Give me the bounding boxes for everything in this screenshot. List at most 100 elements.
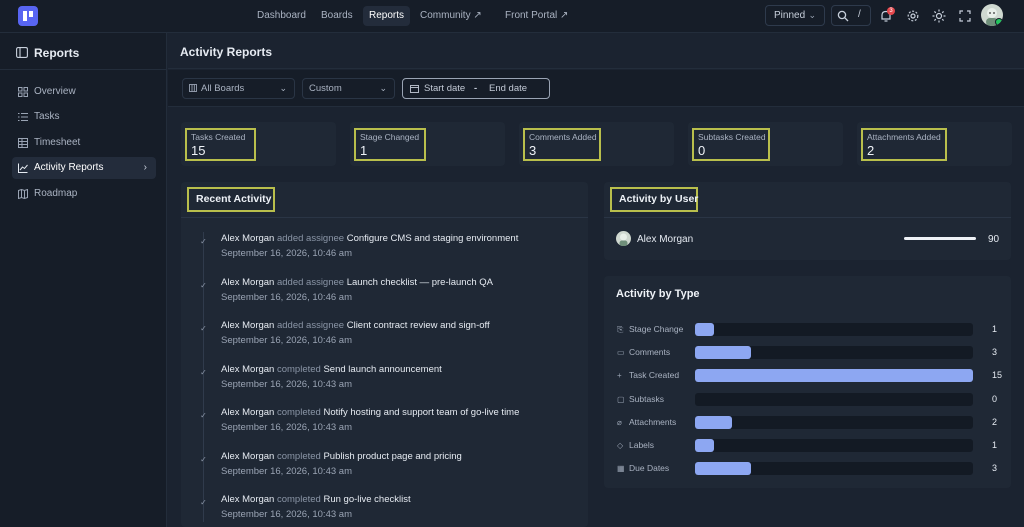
app-logo[interactable] <box>18 6 38 26</box>
activity-type-count: 1 <box>992 440 998 450</box>
activity-type-bar <box>695 369 973 383</box>
timesheet-icon <box>18 138 28 148</box>
user-name: Alex Morgan <box>637 234 694 245</box>
recent-activity-title: Recent Activity <box>187 187 275 212</box>
sidebar-item-timesheet[interactable]: Timesheet <box>12 132 156 154</box>
activity-type-bar <box>695 323 714 336</box>
chevron-down-icon: ⌄ <box>808 10 816 20</box>
end-date-input[interactable]: End date <box>489 79 527 98</box>
activity-type-label: Task Created <box>629 370 680 381</box>
activity-type-row: ▢ Subtasks 0 <box>604 392 1018 407</box>
search-icon <box>837 10 849 22</box>
user-activity-count: 90 <box>988 234 1000 245</box>
theme-toggle-sun-icon[interactable] <box>932 9 946 23</box>
sidebar-item-label: Timesheet <box>34 137 81 148</box>
activity-time: September 16, 2026, 10:46 am <box>221 335 352 346</box>
sidebar-item-label: Overview <box>34 86 76 97</box>
activity-by-user-title: Activity by User <box>610 187 698 212</box>
sidebar-item-tasks[interactable]: Tasks <box>12 106 156 128</box>
activity-type-bar <box>695 462 751 476</box>
page-title: Activity Reports <box>180 45 273 59</box>
activity-type-count: 15 <box>992 370 1003 381</box>
sidebar-title: Reports <box>34 46 80 60</box>
stat-label: Stage Changed <box>360 132 420 142</box>
calendar-icon: ▦ <box>617 464 625 474</box>
activity-target[interactable]: Configure CMS and staging environment <box>347 233 519 244</box>
check-icon: ✓ <box>200 280 207 290</box>
activity-user: Alex Morgan <box>221 233 275 244</box>
range-select[interactable]: Custom ⌄ <box>302 78 395 99</box>
date-range-picker[interactable]: Start date - End date <box>402 78 550 99</box>
settings-gear-icon[interactable] <box>906 9 920 23</box>
external-link-icon: ↗ <box>560 10 569 21</box>
activity-action: completed <box>276 363 321 375</box>
activity-time: September 16, 2026, 10:46 am <box>221 291 352 303</box>
stat-value: 15 <box>191 143 206 158</box>
activity-type-label: Stage Change <box>629 324 684 334</box>
check-icon: ✓ <box>200 237 207 246</box>
activity-target[interactable]: Publish product page and pricing <box>323 451 461 462</box>
paperclip-icon: ⌀ <box>617 417 622 427</box>
recent-activity-header: Recent Activity <box>181 182 588 218</box>
stat-label: Subtasks Created <box>698 132 766 142</box>
activity-action: completed <box>276 450 321 462</box>
activity-type-label: Labels <box>629 440 655 450</box>
activity-time: September 16, 2026, 10:46 am <box>221 248 352 259</box>
chevron-down-icon: ⌄ <box>279 83 287 93</box>
nav-community[interactable]: Community ↗ <box>414 6 488 26</box>
activity-type-bar <box>695 415 732 429</box>
activity-time: September 16, 2026, 10:43 am <box>221 378 352 390</box>
nav-front-portal[interactable]: Front Portal ↗ <box>499 6 574 26</box>
activity-target[interactable]: Notify hosting and support team of go-li… <box>323 407 519 418</box>
activity-target[interactable]: Send launch announcement <box>323 364 441 375</box>
stat-card-subtasks-created: Subtasks Created 0 <box>688 122 843 166</box>
tag-icon: ◇ <box>617 441 624 450</box>
activity-type-count: 1 <box>992 324 998 334</box>
search-button[interactable]: / <box>831 5 871 26</box>
stat-card-comments-added: Comments Added 3 <box>519 122 674 166</box>
activity-type-bar <box>695 439 714 452</box>
activity-type-label: Comments <box>629 347 671 358</box>
nav-dashboard[interactable]: Dashboard <box>251 6 312 26</box>
activity-action: added assignee <box>276 233 345 244</box>
chevron-right-icon: › <box>143 162 147 173</box>
start-date-input[interactable]: Start date <box>424 79 465 98</box>
activity-type-track <box>695 392 973 406</box>
stat-label: Tasks Created <box>191 132 246 142</box>
notification-badge: 3 <box>887 7 895 15</box>
pinned-dropdown[interactable]: Pinned ⌄ <box>765 5 825 26</box>
activity-user: Alex Morgan <box>221 407 275 418</box>
sidebar-item-label: Tasks <box>34 111 60 122</box>
activity-user: Alex Morgan <box>221 320 275 331</box>
sidebar-item-roadmap[interactable]: Roadmap <box>12 183 156 205</box>
sidebar-panel-icon[interactable] <box>16 47 28 58</box>
recent-activity-panel: Recent Activity ✓ Alex Morgan added assig… <box>181 182 588 527</box>
board-icon <box>189 84 197 92</box>
top-bar: Dashboard Boards Reports Community ↗ Fro… <box>0 0 1024 33</box>
activity-type-label: Due Dates <box>629 463 670 474</box>
board-select-value: All Boards <box>201 83 245 94</box>
date-separator: - <box>474 83 478 94</box>
activity-target[interactable]: Run go-live checklist <box>323 494 410 505</box>
external-link-icon: ↗ <box>473 10 482 21</box>
check-icon: ✓ <box>200 411 207 420</box>
chevron-down-icon: ⌄ <box>379 83 387 93</box>
activity-target[interactable]: Client contract review and sign-off <box>347 320 490 331</box>
activity-target[interactable]: Launch checklist — pre-launch QA <box>347 277 493 288</box>
user-avatar <box>616 231 631 246</box>
sidebar-item-activity-reports[interactable]: Activity Reports › <box>12 157 156 179</box>
user-activity-bar <box>904 237 976 240</box>
stat-value: 3 <box>529 143 537 158</box>
activity-text: Alex Morgan completed Notify hosting and… <box>221 407 519 418</box>
sidebar-item-overview[interactable]: Overview <box>12 81 156 103</box>
pinned-label: Pinned <box>774 10 806 21</box>
stat-card-tasks-created: Tasks Created 15 <box>181 122 336 166</box>
activity-text: Alex Morgan added assignee Client contra… <box>221 320 490 331</box>
user-avatar[interactable] <box>981 4 1003 26</box>
nav-reports[interactable]: Reports <box>363 6 411 26</box>
activity-action: completed <box>276 494 321 505</box>
fullscreen-icon[interactable] <box>958 9 972 23</box>
activity-type-track <box>695 439 973 452</box>
board-select[interactable]: All Boards ⌄ <box>182 78 295 99</box>
nav-boards[interactable]: Boards <box>315 6 359 26</box>
